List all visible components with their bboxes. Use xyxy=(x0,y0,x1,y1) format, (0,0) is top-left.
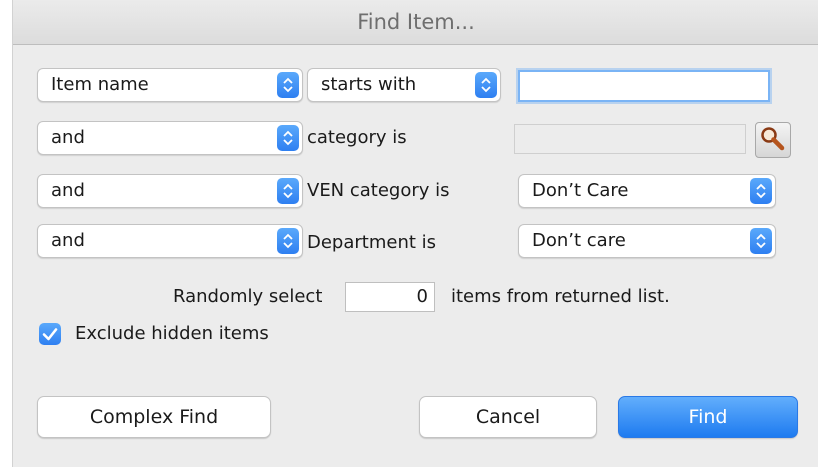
stepper-icon xyxy=(750,178,772,204)
operator-select[interactable]: starts with xyxy=(307,68,501,102)
cancel-button[interactable]: Cancel xyxy=(419,396,597,438)
stepper-icon xyxy=(277,228,299,254)
exclude-hidden-checkbox[interactable] xyxy=(39,323,61,345)
category-lookup-button[interactable] xyxy=(755,122,791,158)
stepper-icon xyxy=(475,72,497,98)
conjunction-value: and xyxy=(51,127,85,148)
category-label: category is xyxy=(307,127,407,148)
magnifier-icon xyxy=(761,127,785,151)
stepper-icon xyxy=(750,228,772,254)
department-value: Don’t care xyxy=(532,230,626,251)
dialog-title: Find Item... xyxy=(13,0,818,45)
stepper-icon xyxy=(277,72,299,98)
complex-find-button[interactable]: Complex Find xyxy=(37,396,271,438)
field-select-value: Item name xyxy=(51,74,149,95)
department-select[interactable]: Don’t care xyxy=(518,224,776,258)
stepper-icon xyxy=(277,125,299,151)
ven-category-select[interactable]: Don’t Care xyxy=(518,174,776,208)
conjunction-value: and xyxy=(51,180,85,201)
field-select[interactable]: Item name xyxy=(37,68,303,102)
ven-category-label: VEN category is xyxy=(307,180,450,201)
conjunction-select-category[interactable]: and xyxy=(37,121,303,155)
random-select-prefix: Randomly select xyxy=(173,286,323,307)
category-field xyxy=(514,124,746,154)
conjunction-select-ven[interactable]: and xyxy=(37,174,303,208)
random-count-input[interactable]: 0 xyxy=(345,282,435,312)
search-value-input[interactable] xyxy=(518,70,770,102)
conjunction-select-department[interactable]: and xyxy=(37,224,303,258)
operator-select-value: starts with xyxy=(321,74,417,95)
ven-category-value: Don’t Care xyxy=(532,180,629,201)
exclude-hidden-label: Exclude hidden items xyxy=(75,323,269,344)
find-item-dialog: Find Item... Item name starts with and c… xyxy=(12,0,818,467)
conjunction-value: and xyxy=(51,230,85,251)
department-label: Department is xyxy=(307,232,437,253)
find-button[interactable]: Find xyxy=(618,396,798,438)
random-select-suffix: items from returned list. xyxy=(451,286,670,307)
checkmark-icon xyxy=(42,328,58,341)
stepper-icon xyxy=(277,178,299,204)
